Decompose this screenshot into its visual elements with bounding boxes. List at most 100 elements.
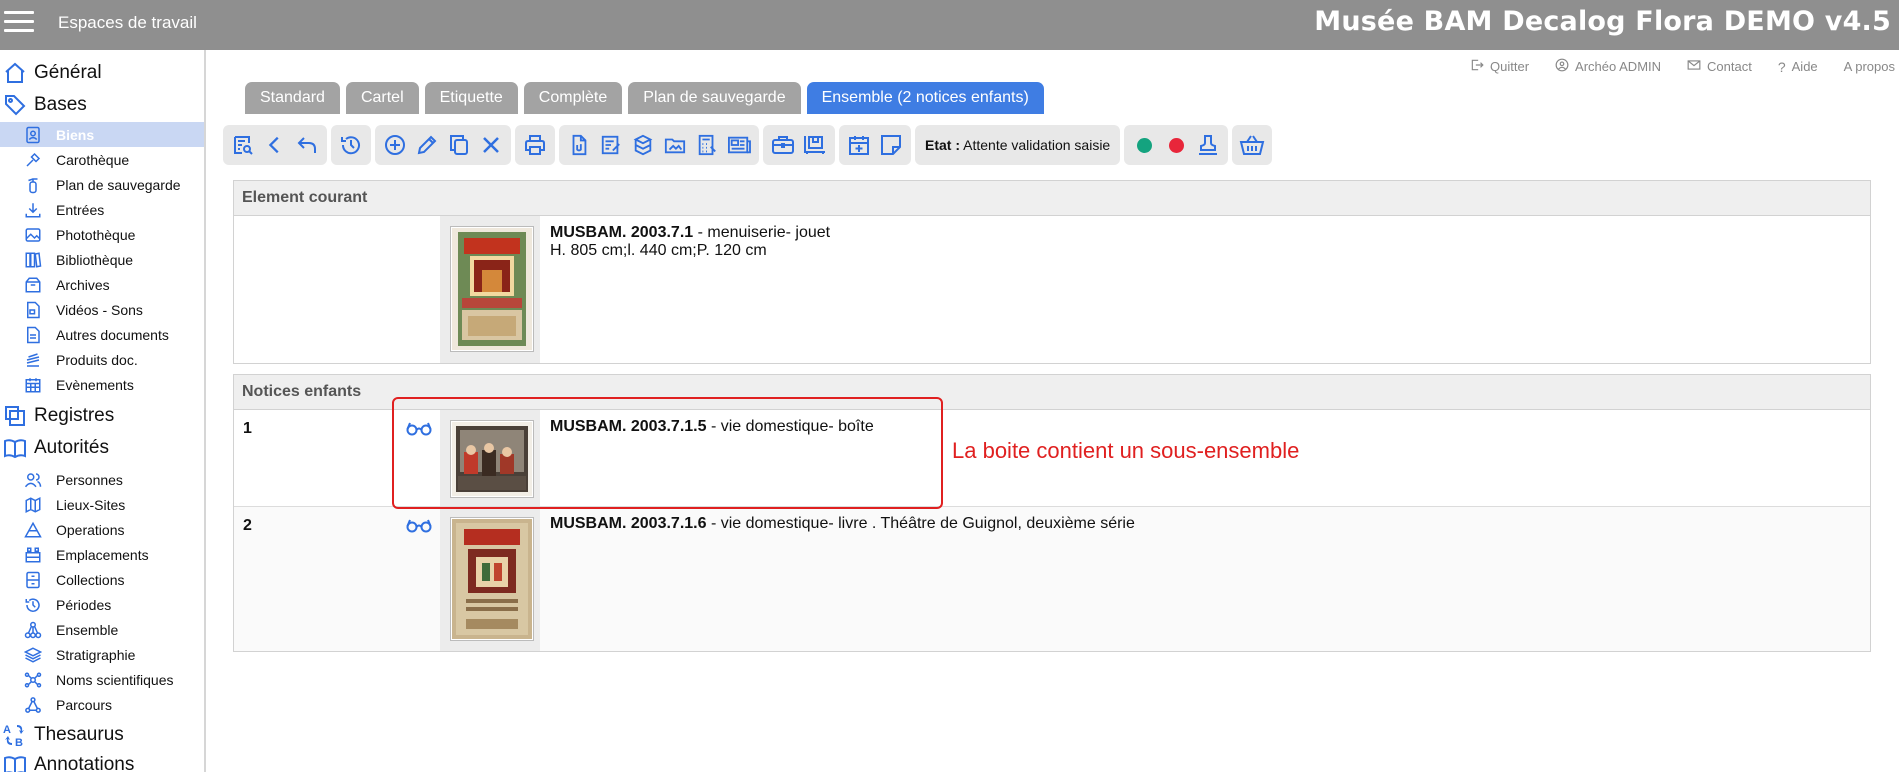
app-title: Musée BAM Decalog Flora DEMO v4.5 [1314, 6, 1891, 37]
user-label: Archéo ADMIN [1575, 59, 1662, 74]
contact-link[interactable]: Contact [1687, 58, 1752, 75]
tab-complete[interactable]: Complète [523, 82, 623, 114]
about-label: A propos [1843, 59, 1895, 74]
status-display: Etat : Attente validation saisie [915, 125, 1121, 165]
reject-red-button[interactable] [1160, 127, 1192, 163]
sidebar-section-bases[interactable]: Bases [0, 90, 204, 120]
sidebar-item-entrees[interactable]: Entrées [0, 197, 204, 222]
add-circle-icon[interactable] [379, 127, 411, 163]
sidebar-item-biens[interactable]: Biens [0, 122, 204, 147]
form-edit-icon[interactable] [595, 127, 627, 163]
sidebar-item-evenements[interactable]: Evènements [0, 372, 204, 397]
top-bar: Espaces de travail Musée BAM Decalog Flo… [0, 0, 1899, 50]
thumbnail-cell [440, 507, 540, 651]
user-circle-icon [1555, 58, 1569, 75]
toolbar-group-validation [1124, 125, 1229, 165]
stamp-icon[interactable] [1192, 127, 1224, 163]
about-link[interactable]: A propos [1844, 58, 1895, 75]
briefcase-icon[interactable] [767, 127, 799, 163]
tab-etiquette[interactable]: Etiquette [424, 82, 518, 114]
help-link[interactable]: ? Aide [1778, 58, 1818, 75]
delete-icon[interactable] [475, 127, 507, 163]
contact-label: Contact [1707, 59, 1752, 74]
sidebar-item-label: Photothèque [56, 226, 136, 243]
basket-icon[interactable] [1236, 127, 1268, 163]
sidebar-section-registres[interactable]: Registres [0, 401, 204, 431]
sidebar-section-thesaurus[interactable]: AB Thesaurus [0, 720, 204, 750]
duplicate-icon[interactable] [443, 127, 475, 163]
sidebar-item-label: Archives [56, 276, 110, 293]
sidebar-item-operations[interactable]: Operations [0, 517, 204, 542]
note-icon[interactable] [875, 127, 907, 163]
boxes-icon[interactable] [627, 127, 659, 163]
sidebar-item-label: Bibliothèque [56, 251, 134, 268]
current-element-title: - menuiserie- jouet [693, 224, 831, 241]
glasses-icon[interactable] [406, 517, 432, 538]
red-dot-icon [1168, 137, 1184, 153]
crate-icon[interactable] [799, 127, 831, 163]
quit-link[interactable]: Quitter [1470, 58, 1529, 75]
sidebar-item-noms-scientifiques[interactable]: Noms scientifiques [0, 667, 204, 692]
molecule-icon [22, 669, 44, 691]
tab-plan-sauvegarde[interactable]: Plan de sauvegarde [628, 82, 801, 114]
menu-icon[interactable] [4, 11, 34, 37]
sidebar-item-label: Noms scientifiques [56, 671, 174, 688]
user-link[interactable]: Archéo ADMIN [1555, 58, 1661, 75]
status-value: Attente validation saisie [963, 137, 1111, 153]
sidebar-item-produits-doc[interactable]: Produits doc. [0, 347, 204, 372]
sidebar-section-autorites[interactable]: Autorités [0, 433, 204, 463]
tab-standard[interactable]: Standard [245, 82, 340, 114]
tab-ensemble[interactable]: Ensemble (2 notices enfants) [806, 82, 1044, 114]
search-list-icon[interactable] [227, 127, 259, 163]
sidebar-item-plan-sauvegarde[interactable]: Plan de sauvegarde [0, 172, 204, 197]
svg-text:A: A [3, 724, 11, 736]
folder-image-icon[interactable] [659, 127, 691, 163]
sidebar-item-stratigraphie[interactable]: Stratigraphie [0, 642, 204, 667]
drill-icon [22, 149, 44, 171]
panel-header: Element courant [234, 181, 1870, 216]
storage-icon [22, 544, 44, 566]
sidebar-item-personnes[interactable]: Personnes [0, 467, 204, 492]
tab-cartel[interactable]: Cartel [345, 82, 419, 114]
validate-green-button[interactable] [1128, 127, 1160, 163]
sidebar-item-archives[interactable]: Archives [0, 272, 204, 297]
people-icon [22, 469, 44, 491]
calculator-icon[interactable] [691, 127, 723, 163]
workspaces-link[interactable]: Espaces de travail [58, 13, 197, 33]
newspaper-icon[interactable] [723, 127, 755, 163]
sidebar-item-label: Produits doc. [56, 351, 138, 368]
map-icon [22, 494, 44, 516]
file-attach-icon[interactable] [563, 127, 595, 163]
print-icon[interactable] [519, 127, 551, 163]
book-thumbnail[interactable] [450, 517, 534, 641]
sidebar-item-lieux-sites[interactable]: Lieux-Sites [0, 492, 204, 517]
child-code[interactable]: MUSBAM. 2003.7.1.6 [550, 515, 707, 532]
sidebar-section-annotations[interactable]: Annotations [0, 750, 204, 772]
sidebar-item-videos-sons[interactable]: Vidéos - Sons [0, 297, 204, 322]
pencil-icon[interactable] [411, 127, 443, 163]
sidebar-item-carotheque[interactable]: Carothèque [0, 147, 204, 172]
calendar-add-icon[interactable] [843, 127, 875, 163]
sidebar-item-phototheque[interactable]: Photothèque [0, 222, 204, 247]
history-icon[interactable] [335, 127, 367, 163]
sidebar-item-emplacements[interactable]: Emplacements [0, 542, 204, 567]
pyramid-icon [22, 519, 44, 541]
sidebar-item-bibliotheque[interactable]: Bibliothèque [0, 247, 204, 272]
status-text: Etat : Attente validation saisie [919, 137, 1116, 153]
child-title: - vie domestique- livre . Théâtre de Gui… [706, 515, 1135, 532]
sidebar-item-ensemble[interactable]: Ensemble [0, 617, 204, 642]
sidebar-item-label: Carothèque [56, 151, 130, 168]
sidebar-item-label: Stratigraphie [56, 646, 136, 663]
undo-icon[interactable] [291, 127, 323, 163]
puppet-theatre-thumbnail[interactable] [450, 226, 534, 352]
toolbar-group-print [515, 125, 555, 165]
sidebar-section-general[interactable]: Général [0, 58, 204, 88]
sidebar-item-autres-documents[interactable]: Autres documents [0, 322, 204, 347]
sidebar-item-collections[interactable]: Collections [0, 567, 204, 592]
download-icon [22, 199, 44, 221]
sidebar-item-periodes[interactable]: Périodes [0, 592, 204, 617]
sidebar-item-label: Parcours [56, 696, 113, 713]
sidebar-item-parcours[interactable]: Parcours [0, 692, 204, 717]
current-element-code[interactable]: MUSBAM. 2003.7.1 [550, 224, 693, 241]
chevron-left-icon[interactable] [259, 127, 291, 163]
